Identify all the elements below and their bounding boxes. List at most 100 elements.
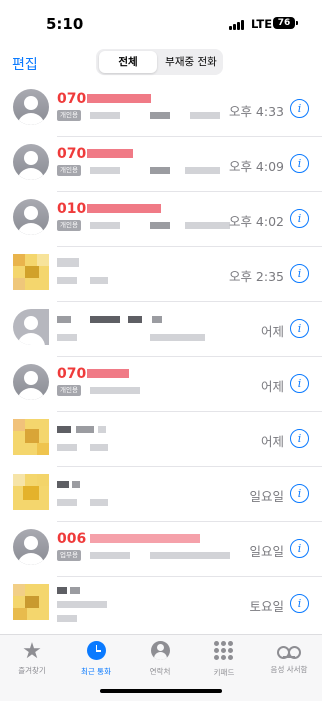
status-bar: 5:10 LTE 76: [0, 0, 322, 44]
network-label: LTE: [251, 17, 273, 31]
info-icon[interactable]: i: [290, 99, 309, 118]
redacted-text: [57, 277, 77, 284]
redacted-name: [70, 587, 80, 594]
info-icon[interactable]: i: [290, 209, 309, 228]
redacted-text: [90, 167, 120, 174]
redacted-text: [190, 112, 220, 119]
redacted-name: [57, 316, 71, 323]
call-time: 어제: [260, 379, 284, 394]
call-row[interactable]: 010 개인용 오후 4:02 i: [0, 190, 322, 247]
tab-label: 키패드: [213, 668, 235, 677]
tab-favorites[interactable]: ★ 즐겨찾기: [5, 641, 59, 676]
redacted-text: [90, 444, 108, 451]
contact-photo: [13, 309, 49, 345]
call-time: 토요일: [249, 599, 284, 614]
call-row[interactable]: 070 개인용 오후 4:33 i: [0, 80, 322, 137]
call-row[interactable]: 어제 i: [0, 300, 322, 357]
tab-keypad[interactable]: 키패드: [197, 641, 251, 678]
status-time: 5:10: [46, 15, 84, 33]
redacted-text: [57, 601, 107, 608]
tab-recents[interactable]: 최근 통화: [69, 641, 123, 677]
tab-label: 최근 통화: [81, 667, 111, 676]
info-icon[interactable]: i: [290, 539, 309, 558]
caller-number: 006: [57, 531, 87, 547]
redacted-name: [128, 316, 142, 323]
contact-avatar-icon: [13, 199, 49, 235]
info-icon[interactable]: i: [290, 484, 309, 503]
redacted-name: [98, 426, 106, 433]
battery-icon: 76: [273, 17, 298, 29]
call-time: 오후 4:09: [228, 159, 284, 174]
call-row[interactable]: 어제 i: [0, 410, 322, 467]
redacted-text: [90, 387, 140, 394]
redacted-name: [57, 481, 69, 488]
star-icon: ★: [22, 639, 42, 664]
call-time: 일요일: [249, 489, 284, 504]
signal-icon: [229, 20, 245, 30]
contact-avatar-icon: [13, 529, 49, 565]
info-icon[interactable]: i: [290, 154, 309, 173]
redacted-text: [150, 334, 205, 341]
redacted-text: [57, 444, 77, 451]
call-time: 오후 2:35: [228, 269, 284, 284]
caller-number: 070: [57, 91, 87, 107]
redacted-text: [57, 499, 77, 506]
contact-photo: [13, 419, 49, 455]
redacted-text: [185, 167, 220, 174]
redacted-name: [57, 426, 71, 433]
home-indicator: [100, 689, 222, 693]
redacted-name: [57, 258, 79, 267]
line-badge: 개인용: [57, 110, 81, 121]
redacted-text: [150, 167, 170, 174]
call-time: 일요일: [249, 544, 284, 559]
edit-button[interactable]: 편집: [12, 54, 38, 74]
call-row[interactable]: 토요일 i: [0, 575, 322, 632]
caller-number: 010: [57, 201, 87, 217]
redacted-number: [87, 369, 129, 378]
contact-avatar-icon: [13, 364, 49, 400]
voicemail-icon: [277, 646, 301, 659]
line-badge: 개인용: [57, 220, 81, 231]
redacted-name: [57, 587, 67, 594]
call-time: 어제: [260, 324, 284, 339]
keypad-icon: [214, 641, 234, 661]
tab-all[interactable]: 전체: [99, 51, 157, 73]
info-icon[interactable]: i: [290, 264, 309, 283]
redacted-text: [150, 222, 170, 229]
caller-number: 070: [57, 366, 87, 382]
info-icon[interactable]: i: [290, 594, 309, 613]
redacted-number: [87, 204, 161, 213]
call-row[interactable]: 070 개인용 어제 i: [0, 355, 322, 412]
redacted-text: [90, 552, 130, 559]
call-time: 오후 4:02: [228, 214, 284, 229]
call-row[interactable]: 070 개인용 오후 4:09 i: [0, 135, 322, 192]
line-badge: 업무용: [57, 550, 81, 561]
redacted-text: [57, 615, 77, 622]
call-row[interactable]: 오후 2:35 i: [0, 245, 322, 302]
redacted-number: [87, 149, 133, 158]
call-row[interactable]: 일요일 i: [0, 465, 322, 522]
tab-missed[interactable]: 부재중 전화: [160, 51, 222, 73]
call-time: 어제: [260, 434, 284, 449]
redacted-text: [185, 222, 230, 229]
redacted-text: [90, 277, 108, 284]
info-icon[interactable]: i: [290, 374, 309, 393]
redacted-number: [87, 94, 151, 103]
redacted-text: [150, 552, 230, 559]
filter-segmented-control: 전체 부재중 전화: [96, 49, 223, 75]
clock-icon: [86, 641, 106, 660]
call-row[interactable]: 006 업무용 일요일 i: [0, 520, 322, 577]
person-icon: [150, 641, 170, 660]
redacted-name: [90, 316, 120, 323]
tab-voicemail[interactable]: 음성 사서함: [262, 641, 316, 675]
contact-avatar-icon: [13, 89, 49, 125]
redacted-text: [57, 334, 77, 341]
contact-photo: [13, 584, 49, 620]
info-icon[interactable]: i: [290, 429, 309, 448]
tab-label: 음성 사서함: [270, 665, 308, 674]
caller-number: 070: [57, 146, 87, 162]
tab-contacts[interactable]: 연락처: [133, 641, 187, 677]
info-icon[interactable]: i: [290, 319, 309, 338]
redacted-text: [90, 112, 120, 119]
line-badge: 개인용: [57, 385, 81, 396]
